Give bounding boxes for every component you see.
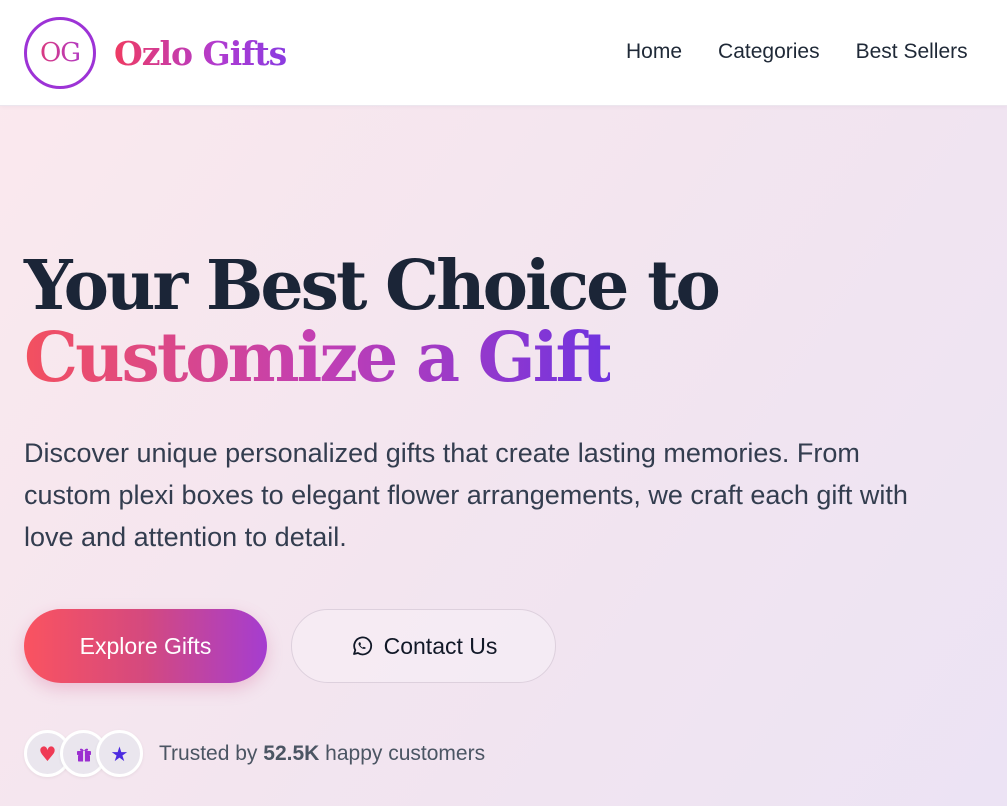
explore-gifts-button[interactable]: Explore Gifts bbox=[24, 609, 267, 683]
hero-actions: Explore Gifts Contact Us bbox=[24, 609, 984, 683]
trust-count: 52.5K bbox=[263, 741, 320, 765]
headline-line-2: Customize a Gift bbox=[24, 318, 613, 398]
main-nav: Home Categories Best Sellers bbox=[626, 40, 968, 64]
logo-monogram: OG bbox=[24, 17, 96, 89]
trust-badges: ♥ ★ bbox=[24, 730, 143, 777]
headline-line-1: Your Best Choice to bbox=[24, 246, 721, 326]
brand-name: Ozlo Gifts bbox=[114, 33, 287, 73]
nav-item-best-sellers[interactable]: Best Sellers bbox=[856, 40, 968, 64]
brand-logo[interactable]: OG Ozlo Gifts bbox=[24, 17, 287, 89]
star-icon: ★ bbox=[96, 730, 143, 777]
trust-text: Trusted by 52.5K happy customers bbox=[159, 742, 485, 766]
hero-section: Your Best Choice to Customize a Gift Dis… bbox=[24, 250, 984, 777]
trust-prefix: Trusted by bbox=[159, 741, 258, 765]
hero-subtitle: Discover unique personalized gifts that … bbox=[24, 438, 908, 552]
whatsapp-icon bbox=[350, 634, 374, 658]
nav-item-categories[interactable]: Categories bbox=[718, 40, 820, 64]
contact-us-label: Contact Us bbox=[383, 632, 498, 659]
hero-headline: Your Best Choice to Customize a Gift bbox=[24, 250, 984, 394]
site-header: OG Ozlo Gifts Home Categories Best Selle… bbox=[0, 0, 1007, 106]
nav-item-home[interactable]: Home bbox=[626, 40, 682, 64]
trust-suffix: happy customers bbox=[325, 741, 486, 765]
trust-row: ♥ ★ Trusted by 52.5K happy customers bbox=[24, 730, 984, 777]
contact-us-button[interactable]: Contact Us bbox=[291, 609, 556, 683]
